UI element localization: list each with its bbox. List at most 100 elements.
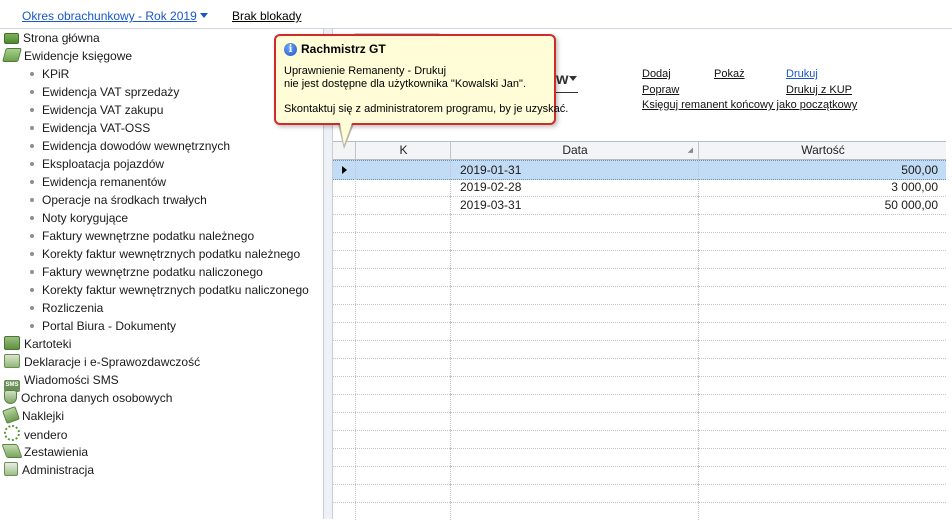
empty-cell — [355, 358, 450, 376]
sidebar-item-deklaracje[interactable]: Deklaracje i e-Sprawozdawczość — [4, 353, 200, 371]
sidebar-item-noty-korygujace[interactable]: Noty korygujące — [30, 209, 128, 227]
empty-cell — [698, 484, 943, 502]
sidebar-item-portal-biura[interactable]: Portal Biura - Dokumenty — [30, 317, 176, 335]
empty-cell — [450, 394, 698, 412]
sidebar-item-kartoteki[interactable]: Kartoteki — [4, 335, 71, 353]
row-indicator — [333, 178, 355, 196]
column-header-k[interactable]: K — [355, 142, 451, 159]
post-closing-inventory-button[interactable]: Księguj remanent końcowy jako początkowy — [642, 99, 857, 111]
fiscal-period-dropdown[interactable]: Okres obrachunkowy - Rok 2019 — [22, 9, 208, 23]
show-button[interactable]: Pokaż — [714, 68, 745, 80]
sidebar-item-vat-oss[interactable]: Ewidencja VAT-OSS — [30, 119, 150, 137]
chevron-down-icon[interactable] — [569, 76, 578, 81]
empty-cell — [698, 358, 943, 376]
sidebar-item-sms[interactable]: SMS Wiadomości SMS — [4, 371, 119, 392]
empty-cell — [450, 232, 698, 250]
sidebar-item-kpir[interactable]: KPiR — [30, 65, 69, 83]
empty-cell — [333, 322, 355, 340]
empty-cell — [698, 340, 943, 358]
cell-k[interactable] — [355, 196, 450, 214]
cell-value[interactable]: 500,00 — [698, 161, 943, 179]
empty-cell — [333, 484, 355, 502]
add-button[interactable]: Dodaj — [642, 68, 671, 80]
empty-cell — [355, 394, 450, 412]
lock-status-link[interactable]: Brak blokady — [232, 9, 301, 23]
money-icon — [4, 33, 19, 44]
print-button[interactable]: Drukuj — [786, 68, 818, 80]
table-row[interactable]: 2019-03-31 50 000,00 — [333, 196, 946, 215]
cell-k[interactable] — [355, 161, 450, 179]
empty-cell — [450, 502, 698, 520]
bullet-icon — [30, 162, 34, 166]
sidebar-item-vendero[interactable]: vendero — [4, 425, 67, 443]
sidebar-item-naklejki[interactable]: Naklejki — [2, 406, 64, 425]
sidebar-item-administracja[interactable]: Administracja — [4, 461, 94, 479]
sidebar-item-rozliczenia[interactable]: Rozliczenia — [30, 299, 103, 317]
empty-cell — [450, 340, 698, 358]
cards-icon — [4, 336, 20, 350]
empty-cell — [333, 340, 355, 358]
sidebar-item-korekty-fw-nalezny[interactable]: Korekty faktur wewnętrznych podatku nale… — [30, 245, 300, 263]
empty-cell — [450, 250, 698, 268]
cell-date[interactable]: 2019-01-31 — [450, 161, 698, 179]
empty-table-row — [333, 466, 946, 485]
admin-icon — [4, 462, 18, 476]
cell-value[interactable]: 50 000,00 — [698, 196, 943, 214]
print-with-kup-button[interactable]: Drukuj z KUP — [786, 84, 852, 96]
empty-cell — [450, 286, 698, 304]
sidebar-item-ewidencje-ksiegowe[interactable]: Ewidencje księgowe — [2, 47, 132, 65]
sidebar-item-dowody-wewnetrzne[interactable]: Ewidencja dowodów wewnętrznych — [30, 137, 230, 155]
sidebar-item-remanenty[interactable]: Ewidencja remanentów — [30, 173, 166, 191]
empty-cell — [333, 394, 355, 412]
bullet-icon — [30, 90, 34, 94]
bullet-icon — [30, 306, 34, 310]
column-header-date[interactable]: Data ◢ — [450, 142, 699, 159]
empty-cell — [450, 412, 698, 430]
fiscal-period-label[interactable]: Okres obrachunkowy - Rok 2019 — [22, 9, 197, 23]
sidebar-item-vat-zakupu[interactable]: Ewidencja VAT zakupu — [30, 101, 163, 119]
empty-table-row — [333, 502, 946, 520]
bullet-icon — [30, 234, 34, 238]
empty-table-row — [333, 232, 946, 251]
table-row[interactable]: 2019-01-31 500,00 — [333, 160, 946, 180]
empty-cell — [450, 484, 698, 502]
cell-k[interactable] — [355, 178, 450, 196]
empty-cell — [355, 322, 450, 340]
sidebar-item-zestawienia[interactable]: Zestawienia — [1, 443, 88, 461]
sort-indicator-icon: ◢ — [687, 147, 693, 154]
tooltip-line-2: nie jest dostępne dla użytkownika "Kowal… — [284, 78, 526, 90]
sidebar-item-eksploatacja-pojazdow[interactable]: Eksploatacja pojazdów — [30, 155, 164, 173]
empty-cell — [698, 466, 943, 484]
sidebar-item-vat-sprzedazy[interactable]: Ewidencja VAT sprzedaży — [30, 83, 179, 101]
empty-cell — [355, 412, 450, 430]
sidebar-item-strona-glowna[interactable]: Strona główna — [4, 29, 100, 47]
empty-cell — [355, 232, 450, 250]
empty-cell — [450, 268, 698, 286]
empty-cell — [355, 250, 450, 268]
empty-cell — [333, 376, 355, 394]
sidebar-item-ochrona-danych[interactable]: Ochrona danych osobowych — [4, 389, 172, 407]
edit-button[interactable]: Popraw — [642, 84, 679, 96]
sidebar-item-fw-naliczony[interactable]: Faktury wewnętrzne podatku naliczonego — [30, 263, 263, 281]
column-header-value[interactable]: Wartość — [698, 142, 946, 159]
grid-header: K Data ◢ Wartość — [333, 142, 946, 160]
empty-cell — [450, 448, 698, 466]
empty-cell — [698, 322, 943, 340]
view-selector[interactable]: w — [556, 71, 578, 89]
empty-cell — [333, 232, 355, 250]
bullet-icon — [30, 72, 34, 76]
empty-cell — [450, 466, 698, 484]
bullet-icon — [30, 108, 34, 112]
bullet-icon — [30, 198, 34, 202]
cell-date[interactable]: 2019-03-31 — [450, 196, 698, 214]
chevron-down-icon[interactable] — [199, 13, 208, 18]
cell-date[interactable]: 2019-02-28 — [450, 178, 698, 196]
sidebar-item-fw-nalezny[interactable]: Faktury wewnętrzne podatku należnego — [30, 227, 254, 245]
current-row-arrow-icon — [342, 166, 347, 174]
book-icon — [2, 48, 22, 62]
sidebar-item-korekty-fw-naliczony[interactable]: Korekty faktur wewnętrznych podatku nali… — [30, 281, 309, 299]
sidebar-item-srodki-trwale[interactable]: Operacje na środkach trwałych — [30, 191, 207, 209]
view-title[interactable]: w — [556, 71, 568, 88]
cell-value[interactable]: 3 000,00 — [698, 178, 943, 196]
table-row[interactable]: 2019-02-28 3 000,00 — [333, 178, 946, 197]
